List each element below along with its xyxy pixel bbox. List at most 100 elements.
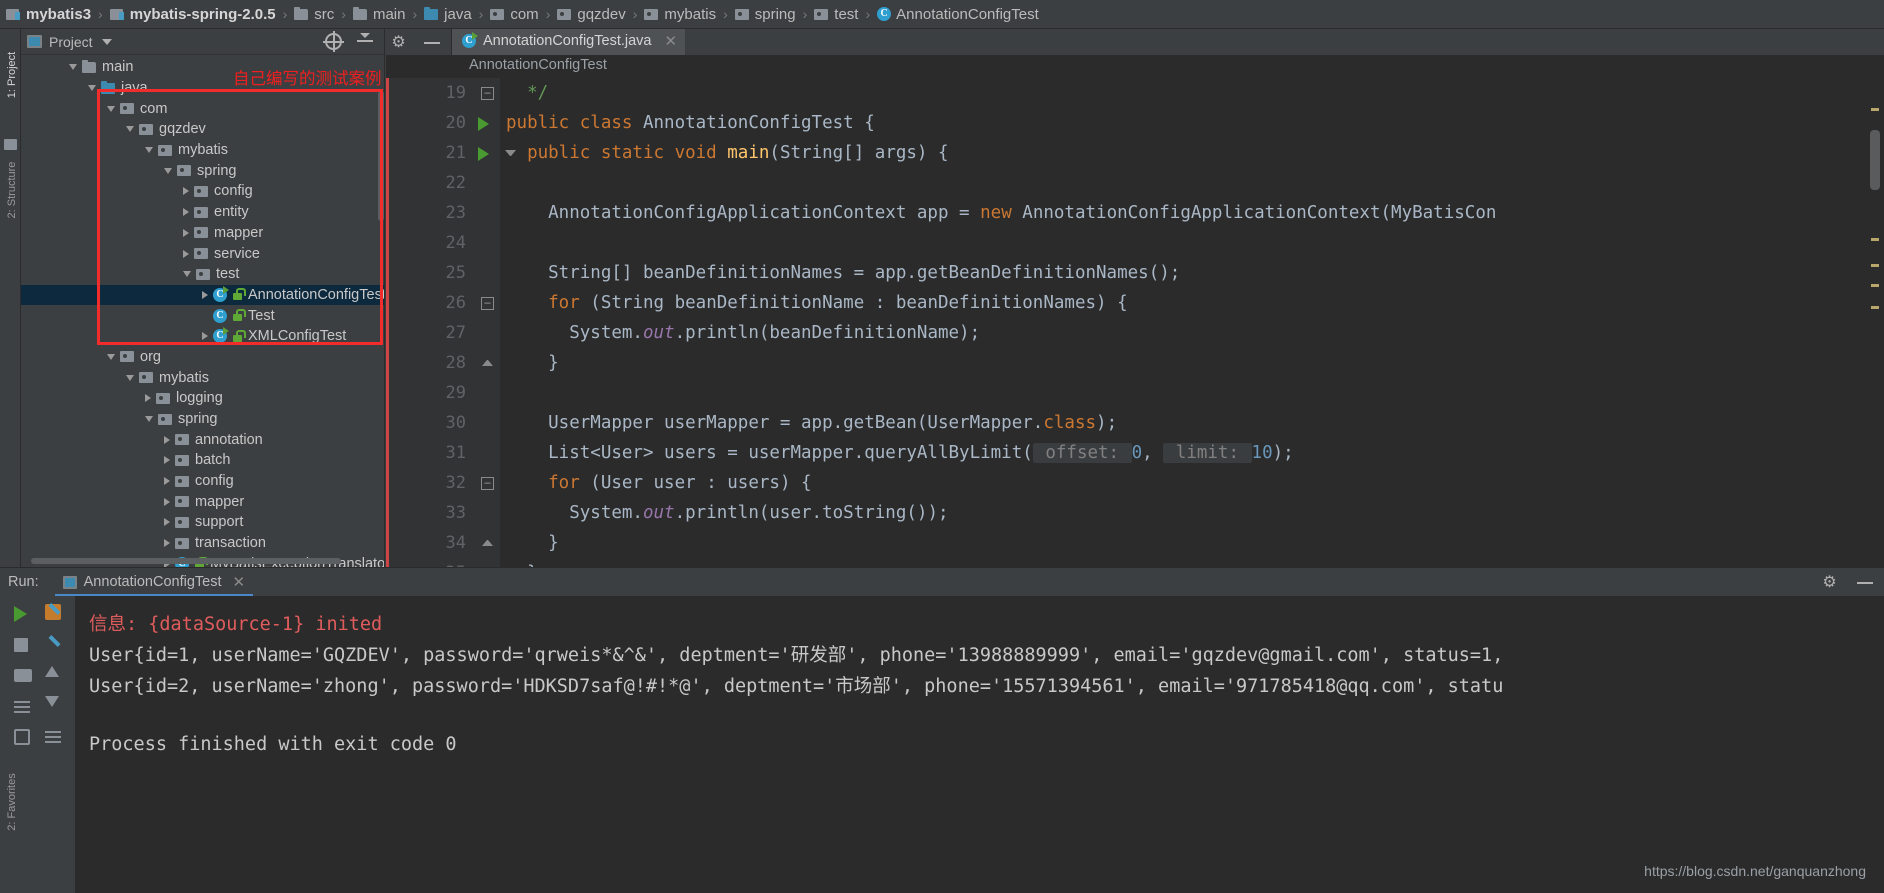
chevron-right-icon[interactable]	[183, 228, 189, 237]
breadcrumb-item-mybatis-spring-2-0-5[interactable]: mybatis-spring-2.0.5	[109, 0, 276, 29]
code-line-25[interactable]: 25 String[] beanDefinitionNames = app.ge…	[386, 258, 1884, 288]
tree-item-spring[interactable]: spring	[21, 409, 384, 430]
soft-wrap-icon[interactable]	[14, 729, 36, 751]
code-line-21[interactable]: 21 public static void main(String[] args…	[386, 138, 1884, 168]
minimize-icon[interactable]	[423, 34, 441, 51]
scroll-end-icon[interactable]	[45, 729, 67, 751]
breadcrumb-item-gqzdev[interactable]: gqzdev	[557, 0, 626, 29]
chevron-down-icon[interactable]	[101, 38, 112, 45]
run-gutter-icon[interactable]	[478, 117, 489, 131]
pencil-icon[interactable]	[45, 604, 67, 626]
rerun-button[interactable]	[14, 606, 36, 628]
tree-item-org[interactable]: org	[21, 347, 384, 368]
chevron-down-icon[interactable]	[88, 85, 96, 92]
tree-item-support[interactable]: support	[21, 512, 384, 533]
chevron-down-icon[interactable]	[183, 271, 191, 278]
chevron-right-icon[interactable]	[202, 290, 208, 299]
fold-minus-icon[interactable]: −	[481, 477, 494, 490]
project-vertical-scrollbar[interactable]	[378, 91, 384, 221]
tree-item-mybatis[interactable]: mybatis	[21, 140, 384, 161]
sidebar-tab-project[interactable]: 1: Project	[6, 45, 18, 105]
minimize-icon[interactable]	[1856, 574, 1874, 591]
run-gutter-icon[interactable]	[478, 147, 489, 161]
tab-annotationconfigtest-java[interactable]: C AnnotationConfigTest.java ✕	[452, 29, 686, 55]
breadcrumb-item-test[interactable]: test	[814, 0, 858, 29]
chevron-down-icon[interactable]	[145, 416, 153, 423]
pencil-icon[interactable]	[45, 636, 67, 658]
camera-icon[interactable]	[14, 669, 36, 691]
chevron-right-icon[interactable]	[164, 497, 170, 506]
breadcrumb-item-mybatis3[interactable]: mybatis3	[6, 0, 91, 29]
breadcrumb-item-src[interactable]: src	[294, 0, 334, 29]
code-editor[interactable]: 19 − */ 20 public class AnnotationConfigTes…	[386, 78, 1884, 567]
close-icon[interactable]: ✕	[232, 573, 245, 591]
chevron-right-icon[interactable]	[183, 187, 189, 196]
code-line-26[interactable]: 26 − for (String beanDefinitionName : bea…	[386, 288, 1884, 318]
tree-item-config[interactable]: config	[21, 181, 384, 202]
collapse-all-icon[interactable]	[356, 33, 374, 50]
tree-item-mapper[interactable]: mapper	[21, 491, 384, 512]
chevron-down-icon[interactable]	[126, 126, 134, 133]
code-line-27[interactable]: 27 System.out.println(beanDefinitionName…	[386, 318, 1884, 348]
tree-item-gqzdev[interactable]: gqzdev	[21, 119, 384, 140]
fold-minus-icon[interactable]: −	[481, 297, 494, 310]
tree-item-test[interactable]: C Test	[21, 305, 384, 326]
code-line-19[interactable]: 19 − */	[386, 78, 1884, 108]
chevron-right-icon[interactable]	[164, 539, 170, 548]
chevron-right-icon[interactable]	[164, 518, 170, 527]
breadcrumb-item-annotationconfigtest[interactable]: C AnnotationConfigTest	[877, 0, 1039, 29]
breadcrumb-item-java[interactable]: java	[424, 0, 472, 29]
code-line-31[interactable]: 31 List<User> users = userMapper.queryAl…	[386, 438, 1884, 468]
chevron-down-icon[interactable]	[126, 374, 134, 381]
chevron-down-icon[interactable]	[164, 167, 172, 174]
arrow-up-icon[interactable]	[45, 666, 67, 688]
fold-end-icon[interactable]	[482, 540, 493, 546]
tree-item-entity[interactable]: entity	[21, 202, 384, 223]
code-line-29[interactable]: 29	[386, 378, 1884, 408]
code-line-32[interactable]: 32 − for (User user : users) {	[386, 468, 1884, 498]
gear-icon[interactable]: ⚙	[390, 34, 407, 51]
gear-icon[interactable]: ⚙	[1821, 574, 1838, 591]
code-line-30[interactable]: 30 UserMapper userMapper = app.getBean(U…	[386, 408, 1884, 438]
tree-item-mapper[interactable]: mapper	[21, 223, 384, 244]
code-line-20[interactable]: 20 public class AnnotationConfigTest {	[386, 108, 1884, 138]
tree-item-spring[interactable]: spring	[21, 160, 384, 181]
chevron-right-icon[interactable]	[164, 435, 170, 444]
chevron-right-icon[interactable]	[164, 456, 170, 465]
breadcrumb-item-mybatis[interactable]: mybatis	[644, 0, 716, 29]
tree-item-logging[interactable]: logging	[21, 388, 384, 409]
chevron-down-icon[interactable]	[145, 147, 153, 154]
project-horizontal-scrollbar[interactable]	[31, 558, 341, 564]
chevron-down-icon[interactable]	[107, 353, 115, 360]
editor-vertical-scrollbar[interactable]	[1870, 130, 1880, 190]
arrow-down-icon[interactable]	[45, 696, 67, 718]
fold-minus-icon[interactable]: −	[481, 87, 494, 100]
chevron-right-icon[interactable]	[183, 249, 189, 258]
sidebar-tab-structure[interactable]: 2: Structure	[6, 160, 18, 220]
chevron-right-icon[interactable]	[183, 208, 189, 217]
project-tree[interactable]: main java com gqzdev mybatis spring config enti…	[21, 55, 384, 567]
code-line-35[interactable]: 35 }	[386, 558, 1884, 567]
tree-item-service[interactable]: service	[21, 243, 384, 264]
console-output[interactable]: 信息: {dataSource-1} inited User{id=1, user…	[75, 596, 1884, 893]
print-icon[interactable]	[14, 699, 36, 721]
close-icon[interactable]: ✕	[664, 32, 677, 50]
code-line-34[interactable]: 34 }	[386, 528, 1884, 558]
run-tab-annotationconfigtest[interactable]: AnnotationConfigTest ✕	[54, 569, 254, 596]
chevron-right-icon[interactable]	[202, 332, 208, 341]
code-line-23[interactable]: 23 AnnotationConfigApplicationContext ap…	[386, 198, 1884, 228]
tree-item-com[interactable]: com	[21, 98, 384, 119]
stop-button[interactable]	[14, 638, 36, 660]
code-line-22[interactable]: 22	[386, 168, 1884, 198]
chevron-down-icon[interactable]	[69, 64, 77, 71]
tree-item-config[interactable]: config	[21, 471, 384, 492]
breadcrumb-item-main[interactable]: main	[352, 0, 405, 29]
tree-item-annotationconfigtest[interactable]: C AnnotationConfigTest	[21, 284, 384, 306]
tree-item-test[interactable]: test	[21, 264, 384, 285]
tree-item-batch[interactable]: batch	[21, 450, 384, 471]
fold-end-icon[interactable]	[482, 360, 493, 366]
tree-item-annotation[interactable]: annotation	[21, 429, 384, 450]
breadcrumb-item-spring[interactable]: spring	[734, 0, 796, 29]
chevron-down-icon[interactable]	[107, 105, 115, 112]
chevron-right-icon[interactable]	[145, 394, 151, 403]
